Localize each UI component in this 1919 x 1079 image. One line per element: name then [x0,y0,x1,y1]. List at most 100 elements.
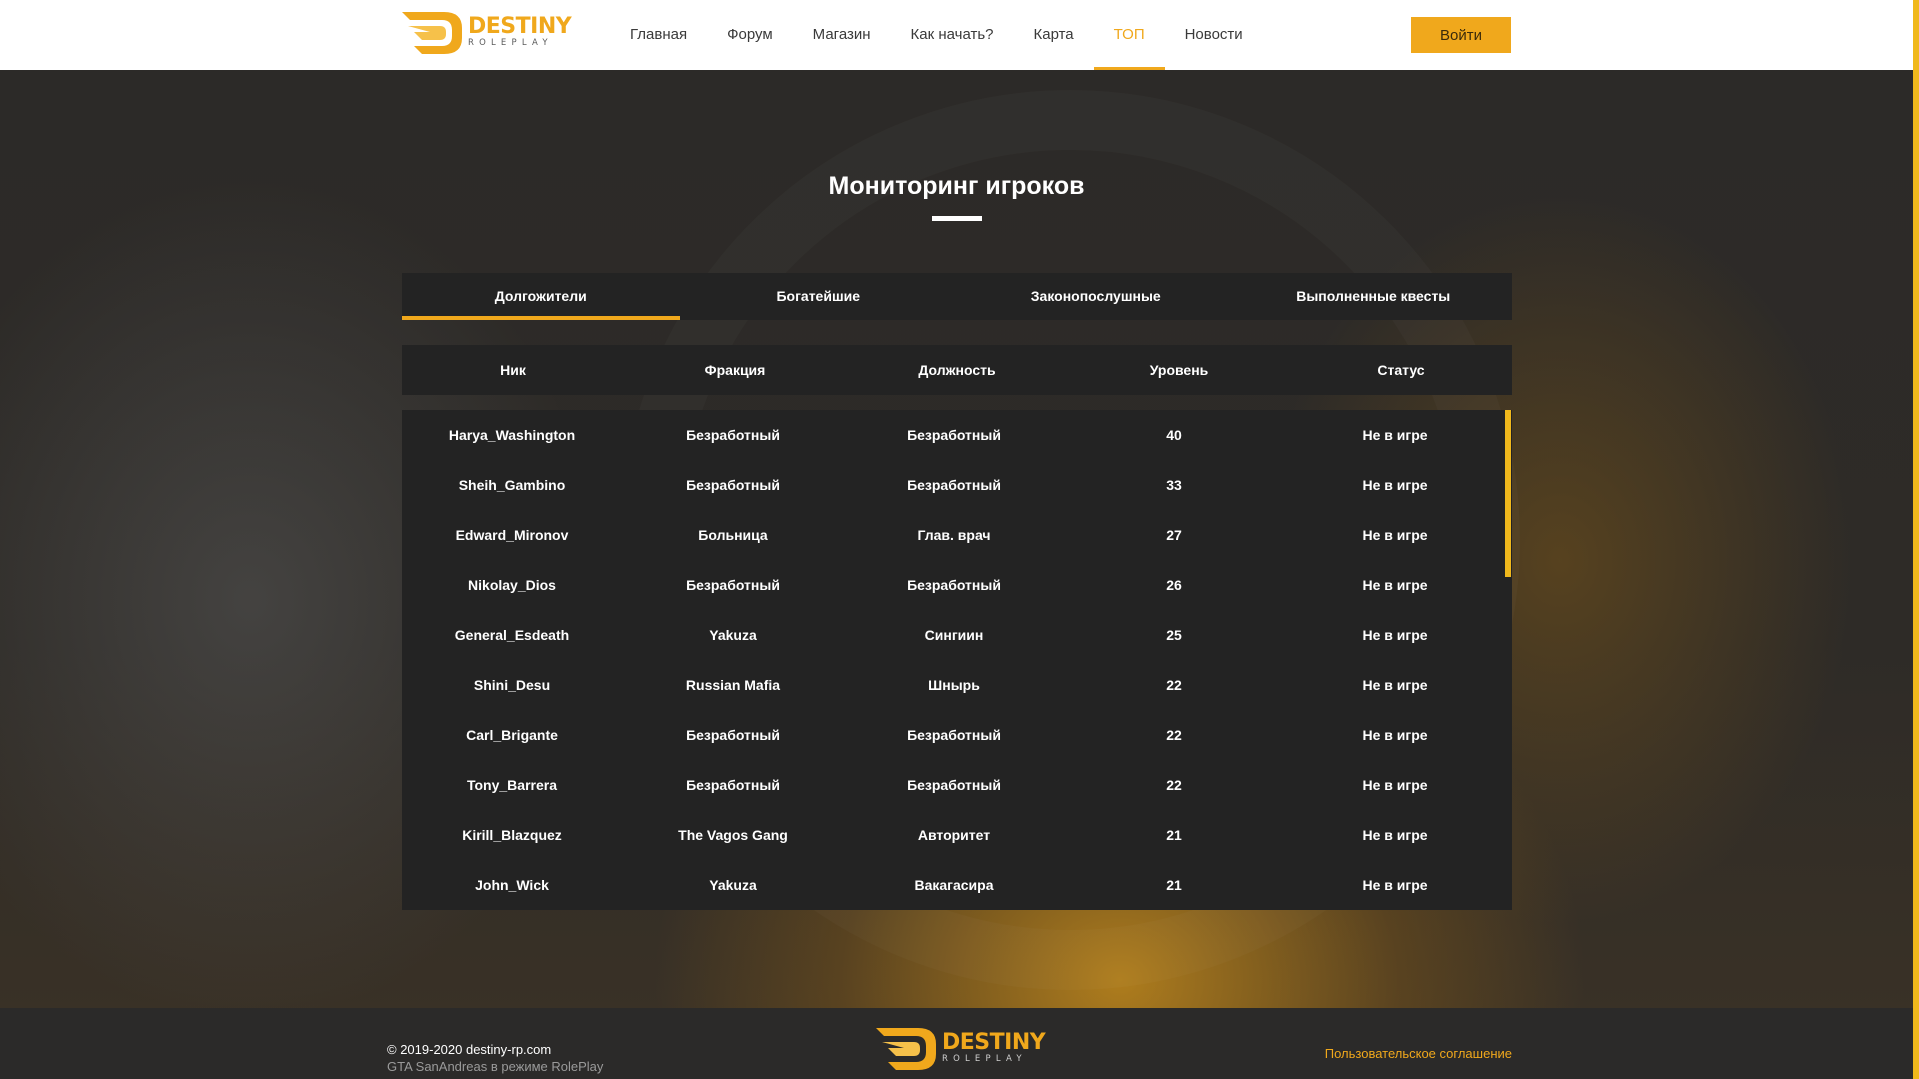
cell-level: 33 [1166,477,1182,493]
logo-word: DESTINY [468,14,572,39]
title-underline [932,216,982,221]
cell-nick: Edward_Mironov [455,527,569,543]
cell-nick: John_Wick [475,877,549,893]
cell-position: Безработный [907,477,1001,493]
header: DESTINY ROLEPLAY Главная Форум Магазин К… [0,0,1913,70]
cell-nick: Carl_Brigante [466,727,558,743]
cell-status: Не в игре [1362,677,1428,693]
header-logo[interactable]: DESTINY ROLEPLAY [400,8,572,60]
footer-copyright: © 2019-2020 destiny-rp.com [387,1042,552,1057]
cell-level: 26 [1166,577,1182,593]
cell-status: Не в игре [1362,627,1428,643]
footer-subtitle: GTA SanAndreas в режиме RolePlay [387,1059,604,1074]
table-row: General_Esdeath Yakuza Сингиин 25 Не в и… [402,610,1512,660]
footer-logo-word: DESTINY [942,1030,1046,1055]
nav-item-map[interactable]: Карта [1014,0,1094,70]
nav-item-top[interactable]: ТОП [1093,0,1165,70]
tab-richest[interactable]: Богатейшие [680,273,958,320]
page-scrollbar[interactable] [1913,0,1919,1079]
destiny-logo-icon [402,12,462,54]
nav-item-news[interactable]: Новости [1165,0,1263,70]
cell-nick: Sheih_Gambino [458,477,566,493]
players-table-body: Harya_Washington Безработный Безработный… [402,410,1512,910]
cell-status: Не в игре [1362,777,1428,793]
cell-level: 21 [1166,877,1182,893]
nav-item-shop[interactable]: Магазин [793,0,891,70]
logo-text: DESTINY ROLEPLAY [468,14,572,49]
table-row: Shini_Desu Russian Mafia Шнырь 22 Не в и… [402,660,1512,710]
table-row: Harya_Washington Безработный Безработный… [402,410,1512,460]
cell-level: 21 [1166,827,1182,843]
cell-level: 40 [1166,427,1182,443]
nav-item-how-to-start[interactable]: Как начать? [891,0,1014,70]
table-row: Carl_Brigante Безработный Безработный 22… [402,710,1512,760]
logo-subtitle: ROLEPLAY [468,38,553,48]
cell-nick: Harya_Washington [448,427,576,443]
cell-position: Шнырь [928,677,980,693]
footer-logo-subtitle: ROLEPLAY [942,1054,1027,1064]
cell-position: Глав. врач [917,527,991,543]
cell-faction: Безработный [686,777,780,793]
cell-level: 22 [1166,777,1182,793]
destiny-logo-icon [876,1028,936,1070]
nav-item-home[interactable]: Главная [610,0,707,70]
cell-faction: Безработный [686,577,780,593]
nav-item-forum[interactable]: Форум [707,0,793,70]
tab-completed-quests[interactable]: Выполненные квесты [1235,273,1513,320]
tab-long-livers[interactable]: Долгожители [402,273,680,320]
cell-position: Безработный [907,777,1001,793]
cell-position: Безработный [907,577,1001,593]
cell-status: Не в игре [1362,427,1428,443]
cell-status: Не в игре [1362,727,1428,743]
footer-logo[interactable]: DESTINY ROLEPLAY [874,1024,1046,1076]
cell-faction: Yakuza [709,877,757,893]
cell-position: Сингиин [924,627,984,643]
cell-level: 27 [1166,527,1182,543]
table-row: Edward_Mironov Больница Глав. врач 27 Не… [402,510,1512,560]
table-row: Nikolay_Dios Безработный Безработный 26 … [402,560,1512,610]
column-header-nick: Ник [500,362,526,378]
cell-level: 25 [1166,627,1182,643]
cell-nick: General_Esdeath [454,627,570,643]
cell-status: Не в игре [1362,827,1428,843]
table-row: Tony_Barrera Безработный Безработный 22 … [402,760,1512,810]
column-header-level: Уровень [1149,362,1209,378]
main-nav: Главная Форум Магазин Как начать? Карта … [610,0,1263,70]
cell-position: Безработный [907,727,1001,743]
login-button[interactable]: Войти [1411,17,1511,53]
ranking-tabs: Долгожители Богатейшие Законопослушные В… [402,273,1512,320]
cell-status: Не в игре [1362,527,1428,543]
tab-law-abiding[interactable]: Законопослушные [957,273,1235,320]
cell-nick: Nikolay_Dios [468,577,556,593]
cell-level: 22 [1166,727,1182,743]
table-scrollbar[interactable] [1505,410,1511,577]
cell-faction: The Vagos Gang [678,827,788,843]
table-row: Kirill_Blazquez The Vagos Gang Авторитет… [402,810,1512,860]
column-header-position: Должность [918,362,996,378]
cell-nick: Kirill_Blazquez [462,827,562,843]
cell-position: Безработный [907,427,1001,443]
cell-status: Не в игре [1362,877,1428,893]
column-header-faction: Фракция [704,362,766,378]
cell-faction: Yakuza [709,627,757,643]
cell-level: 22 [1166,677,1182,693]
cell-faction: Безработный [686,427,780,443]
footer: © 2019-2020 destiny-rp.com GTA SanAndrea… [0,1008,1913,1079]
cell-position: Авторитет [917,827,991,843]
cell-status: Не в игре [1362,477,1428,493]
user-agreement-link[interactable]: Пользовательское соглашение [1300,1046,1512,1061]
page-title: Мониторинг игроков [828,172,1085,200]
column-header-status: Статус [1377,362,1425,378]
cell-position: Вакагасира [914,877,994,893]
cell-faction: Russian Mafia [685,677,781,693]
table-row: John_Wick Yakuza Вакагасира 21 Не в игре [402,860,1512,910]
table-header: Ник Фракция Должность Уровень Статус [402,345,1512,395]
cell-nick: Shini_Desu [473,677,551,693]
cell-faction: Безработный [686,477,780,493]
cell-faction: Больница [698,527,768,543]
cell-status: Не в игре [1362,577,1428,593]
table-row: Sheih_Gambino Безработный Безработный 33… [402,460,1512,510]
footer-logo-text: DESTINY ROLEPLAY [942,1030,1046,1065]
cell-faction: Безработный [686,727,780,743]
cell-nick: Tony_Barrera [466,777,557,793]
